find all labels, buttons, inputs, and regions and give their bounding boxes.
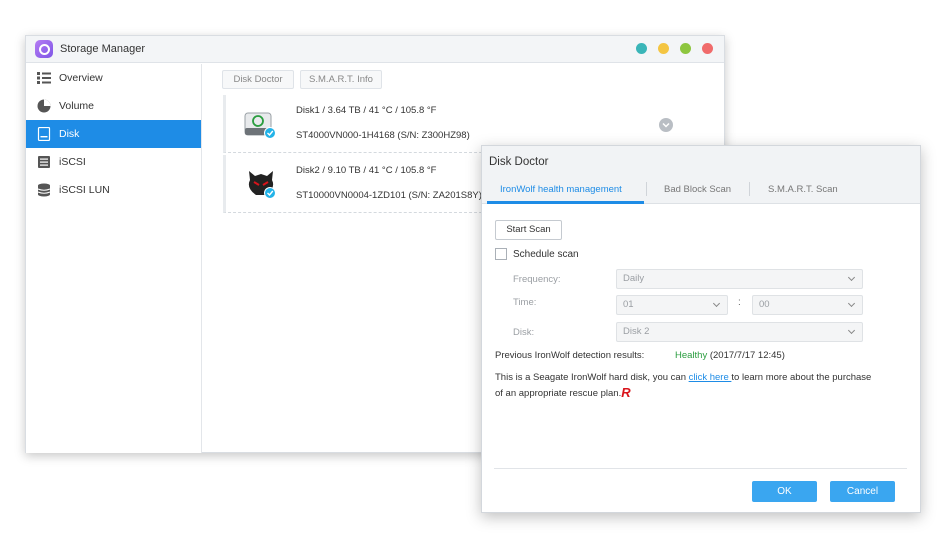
- tab-smart-scan[interactable]: S.M.A.R.T. Scan: [768, 184, 838, 195]
- maximize-button[interactable]: [680, 43, 691, 54]
- disk-value: Disk 2: [623, 326, 650, 337]
- frequency-select[interactable]: Daily: [616, 269, 863, 289]
- healthy-status: Healthy: [675, 350, 708, 361]
- result-date: (2017/7/17 12:45): [709, 350, 785, 361]
- overview-icon: [37, 72, 51, 84]
- tab-smart-info[interactable]: S.M.A.R.T. Info: [300, 70, 382, 89]
- disk-summary: Disk1 / 3.64 TB / 41 °C / 105.8 °F: [296, 105, 437, 116]
- ironwolf-info-text: This is a Seagate IronWolf hard disk, yo…: [495, 370, 875, 401]
- chevron-down-icon: [847, 273, 856, 282]
- disk-model: ST10000VN0004-1ZD101 (S/N: ZA201S8Y): [296, 190, 482, 201]
- active-tab-indicator: [487, 201, 644, 204]
- sidebar-item-iscsi[interactable]: iSCSI: [26, 148, 201, 176]
- rescue-logo-icon: R: [621, 385, 631, 400]
- info-text-before: This is a Seagate IronWolf hard disk, yo…: [495, 372, 689, 383]
- chevron-down-icon: [847, 326, 856, 335]
- disk-icon: [37, 127, 51, 141]
- volume-icon: [37, 99, 51, 113]
- ironwolf-disk-icon: [248, 171, 276, 199]
- minimize-button[interactable]: [658, 43, 669, 54]
- tab-bad-block-scan[interactable]: Bad Block Scan: [664, 184, 731, 195]
- tab-disk-doctor[interactable]: Disk Doctor: [222, 70, 294, 89]
- sidebar-item-iscsi-lun[interactable]: iSCSI LUN: [26, 176, 201, 204]
- previous-results-label: Previous IronWolf detection results:: [495, 350, 645, 361]
- storage-manager-app-icon: [35, 40, 53, 58]
- sidebar-item-label: Overview: [59, 72, 103, 84]
- previous-results-status: Healthy (2017/7/17 12:45): [675, 350, 785, 361]
- sidebar-item-label: iSCSI: [59, 156, 86, 168]
- sidebar-item-disk[interactable]: Disk: [26, 120, 201, 148]
- schedule-scan-checkbox[interactable]: [495, 248, 507, 260]
- sidebar-item-volume[interactable]: Volume: [26, 92, 201, 120]
- sidebar: Overview Volume Disk iSCSI iSCSI LUN: [26, 64, 202, 453]
- frequency-value: Daily: [623, 273, 645, 284]
- tab-ironwolf-health[interactable]: IronWolf health management: [500, 184, 622, 195]
- chevron-down-icon: [847, 299, 856, 308]
- dialog-title: Disk Doctor: [489, 156, 549, 168]
- sidebar-item-label: Disk: [59, 128, 80, 140]
- footer-divider: [494, 468, 907, 469]
- schedule-scan-label: Schedule scan: [513, 249, 579, 260]
- expand-button[interactable]: [659, 118, 673, 132]
- sidebar-item-label: iSCSI LUN: [59, 184, 110, 196]
- close-button[interactable]: [702, 43, 713, 54]
- sidebar-item-label: Volume: [59, 100, 95, 112]
- hour-select[interactable]: 01: [616, 295, 728, 315]
- hour-value: 01: [623, 299, 634, 310]
- window-title: Storage Manager: [60, 43, 145, 55]
- time-label: Time:: [513, 297, 537, 308]
- frequency-label: Frequency:: [513, 274, 561, 285]
- window-dot-teal-button[interactable]: [636, 43, 647, 54]
- disk-model: ST4000VN000-1H4168 (S/N: Z300HZ98): [296, 130, 470, 141]
- click-here-link[interactable]: click here: [689, 372, 732, 383]
- tab-separator: [646, 182, 647, 196]
- minute-value: 00: [759, 299, 770, 310]
- seagate-disk-icon: [244, 112, 276, 139]
- chevron-down-icon: [662, 122, 670, 128]
- ok-button[interactable]: OK: [752, 481, 817, 502]
- iscsi-icon: [38, 156, 50, 168]
- disk-label: Disk:: [513, 327, 535, 338]
- disk-select[interactable]: Disk 2: [616, 322, 863, 342]
- tab-separator: [749, 182, 750, 196]
- sidebar-item-overview[interactable]: Overview: [26, 64, 201, 92]
- disk-doctor-dialog: Disk Doctor IronWolf health management B…: [481, 145, 921, 513]
- cancel-button[interactable]: Cancel: [830, 481, 895, 502]
- start-scan-button[interactable]: Start Scan: [495, 220, 562, 240]
- chevron-down-icon: [712, 299, 721, 308]
- disk-summary: Disk2 / 9.10 TB / 41 °C / 105.8 °F: [296, 165, 437, 176]
- iscsi-lun-icon: [37, 183, 51, 197]
- title-bar[interactable]: Storage Manager: [26, 36, 724, 63]
- time-separator: :: [738, 297, 741, 308]
- minute-select[interactable]: 00: [752, 295, 863, 315]
- dialog-header: Disk Doctor IronWolf health management B…: [482, 146, 920, 204]
